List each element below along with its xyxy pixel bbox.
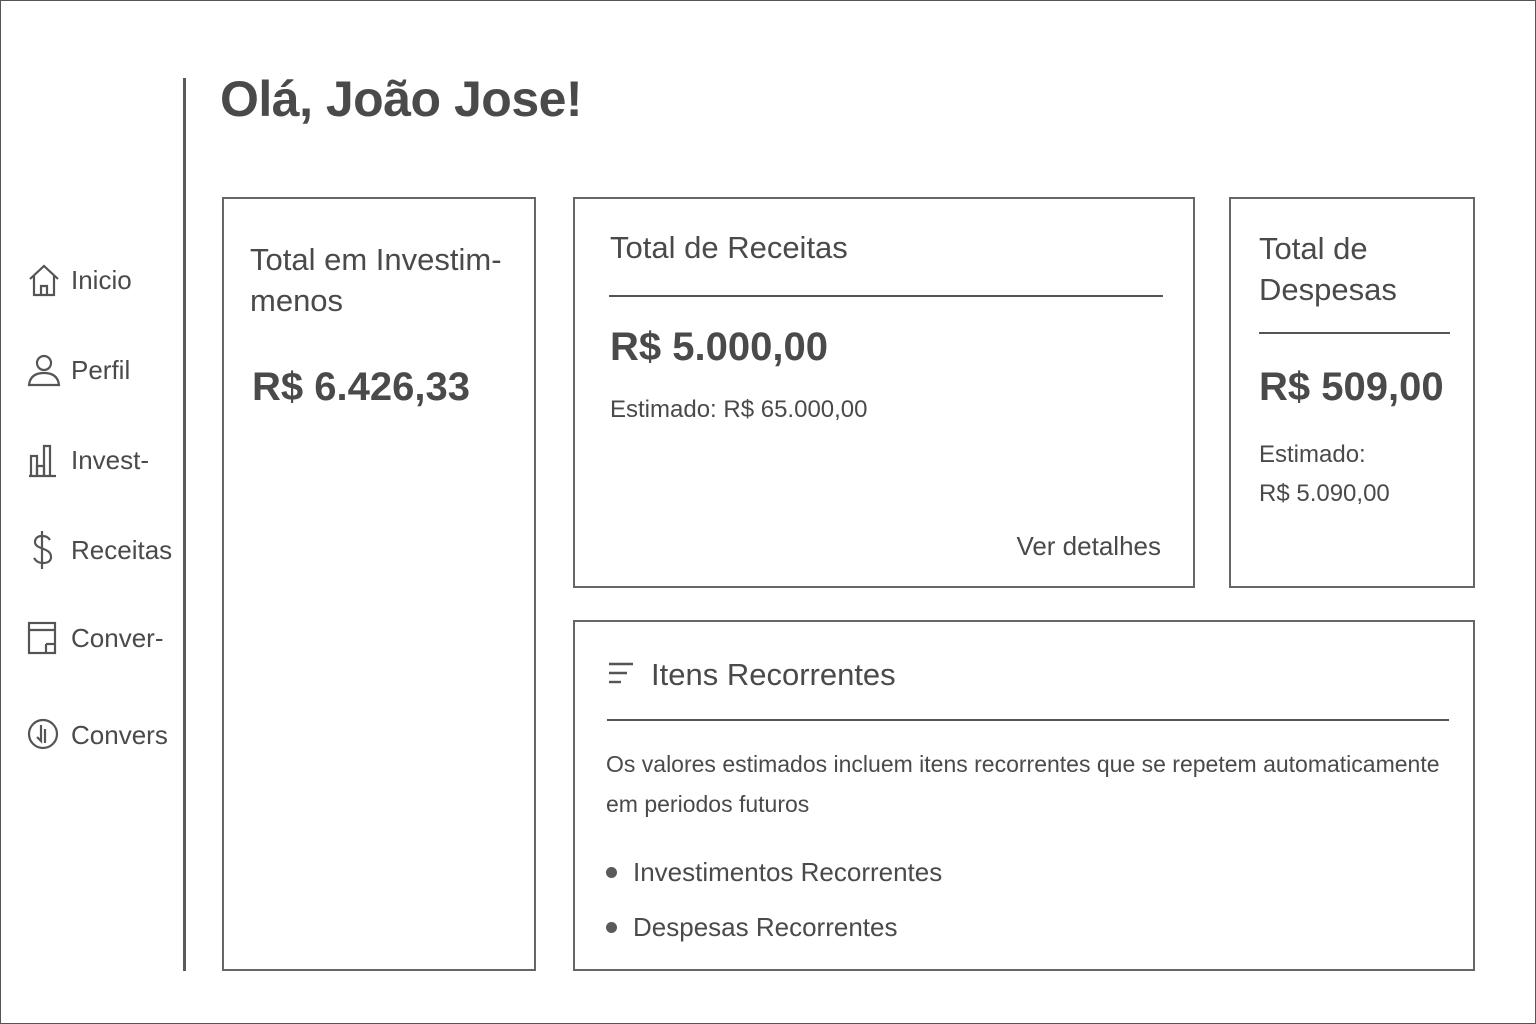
card-title: Total de Despesas [1259, 231, 1397, 307]
home-icon [26, 262, 62, 298]
divider [1259, 332, 1450, 334]
sidebar-item-receitas[interactable]: Receitas [26, 530, 172, 570]
receitas-amount: R$ 5.000,00 [610, 325, 828, 369]
list-item: Investimentos Recorrentes [606, 857, 942, 888]
list-item-label: Investimentos Recorrentes [633, 857, 943, 887]
card-title: Total em Investim- menos [250, 242, 502, 318]
card-title: Itens Recorrentes [651, 657, 896, 692]
card-title: Total de Receitas [610, 230, 848, 265]
sidebar-item-perfil[interactable]: Perfil [26, 350, 130, 390]
investimentos-amount: R$ 6.426,33 [252, 365, 470, 409]
list-icon [607, 660, 637, 688]
sidebar-divider [183, 78, 186, 971]
bullet-icon [606, 922, 617, 933]
divider [607, 719, 1449, 721]
recorrentes-card: Itens Recorrentes Os valores estimados i… [573, 620, 1475, 971]
bullet-icon [606, 867, 617, 878]
despesas-amount: R$ 509,00 [1259, 365, 1444, 409]
recorrentes-description: Os valores estimados incluem itens recor… [606, 751, 1440, 817]
sidebar-item-inicio[interactable]: Inicio [26, 260, 132, 300]
investimentos-card: Total em Investim- menos R$ 6.426,33 [222, 197, 536, 971]
sidebar-item-invest[interactable]: Invest- [26, 440, 149, 480]
sidebar-item-convers[interactable]: Convers [26, 715, 168, 755]
list-item-label: Despesas Recorrentes [633, 912, 898, 942]
despesas-card: Total de Despesas R$ 509,00 Estimado: R$… [1229, 197, 1475, 588]
convert-icon [26, 717, 62, 753]
despesas-estimate-label: Estimado: [1259, 441, 1366, 468]
receitas-estimate: Estimado: R$ 65.000,00 [610, 396, 868, 423]
sidebar-item-label: Conver- [71, 622, 164, 653]
list-item: Despesas Recorrentes [606, 912, 897, 943]
dollar-icon [26, 531, 62, 569]
sidebar-item-label: Receitas [71, 534, 173, 565]
wallet-icon [26, 620, 62, 656]
user-icon [26, 352, 62, 388]
sidebar-item-label: Convers [71, 719, 168, 750]
sidebar-item-conver[interactable]: Conver- [26, 618, 163, 658]
sidebar-item-label: Inicio [71, 264, 132, 295]
receitas-card: Total de Receitas R$ 5.000,00 Estimado: … [573, 197, 1195, 588]
sidebar-item-label: Invest- [71, 444, 150, 475]
ver-detalhes-link[interactable]: Ver detalhes [1016, 531, 1161, 562]
despesas-estimate-value: R$ 5.090,00 [1259, 480, 1390, 507]
page-title: Olá, João Jose! [220, 71, 583, 127]
sidebar-item-label: Perfil [71, 354, 131, 385]
divider [609, 295, 1163, 297]
bar-chart-icon [26, 442, 62, 478]
